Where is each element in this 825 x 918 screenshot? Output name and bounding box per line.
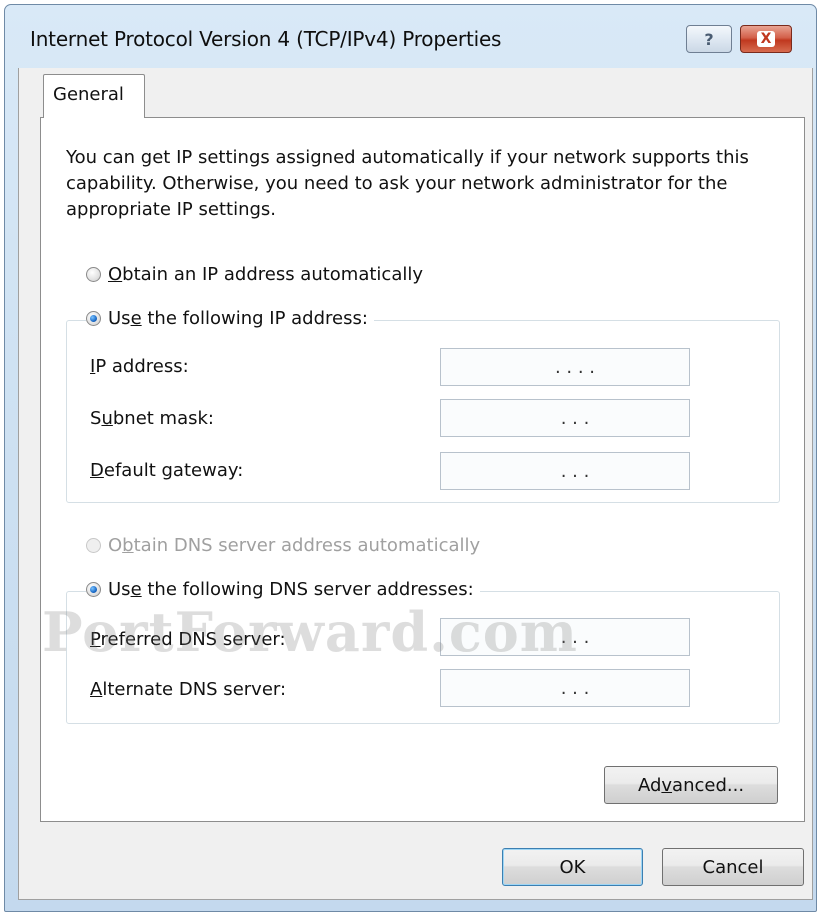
close-button[interactable]: X bbox=[740, 25, 792, 53]
preferred-dns-input[interactable]: . . . bbox=[440, 618, 690, 656]
alternate-dns-label: Alternate DNS server: bbox=[90, 679, 287, 700]
radio-obtain-dns-auto[interactable]: Obtain DNS server address automatically bbox=[86, 535, 487, 556]
radio-button[interactable] bbox=[86, 311, 101, 326]
subnet-mask-label: Subnet mask: bbox=[90, 408, 214, 429]
help-icon: ? bbox=[704, 29, 714, 49]
default-gateway-input[interactable]: . . . bbox=[440, 452, 690, 490]
ok-button[interactable]: OK bbox=[502, 848, 643, 886]
radio-button[interactable] bbox=[86, 538, 101, 553]
window-title: Internet Protocol Version 4 (TCP/IPv4) P… bbox=[30, 27, 502, 51]
ip-address-input[interactable]: . . . . bbox=[440, 348, 690, 386]
alternate-dns-input[interactable]: . . . bbox=[440, 669, 690, 707]
close-icon: X bbox=[756, 31, 776, 47]
preferred-dns-label: Preferred DNS server: bbox=[90, 629, 286, 650]
tab-general[interactable]: General bbox=[43, 74, 145, 118]
radio-obtain-ip-auto[interactable]: Obtain an IP address automatically bbox=[86, 264, 430, 285]
advanced-button[interactable]: Ad v anced... bbox=[604, 766, 778, 804]
radio-label: Obtain an IP address automatically bbox=[108, 264, 424, 285]
cancel-button[interactable]: Cancel bbox=[662, 848, 804, 886]
ip-address-label: IP address: bbox=[90, 356, 189, 377]
radio-use-following-ip[interactable]: Use the following IP address: bbox=[86, 308, 374, 329]
radio-button[interactable] bbox=[86, 267, 101, 282]
default-gateway-label: Default gateway: bbox=[90, 460, 244, 481]
radio-label: Obtain DNS server address automatically bbox=[108, 535, 481, 556]
radio-label: Use the following DNS server addresses: bbox=[108, 579, 474, 600]
help-button[interactable]: ? bbox=[686, 25, 732, 53]
subnet-mask-input[interactable]: . . . bbox=[440, 399, 690, 437]
intro-text: You can get IP settings assigned automat… bbox=[66, 147, 749, 220]
radio-button[interactable] bbox=[86, 582, 101, 597]
radio-use-following-dns[interactable]: Use the following DNS server addresses: bbox=[86, 579, 480, 600]
radio-label: Use the following IP address: bbox=[108, 308, 368, 329]
